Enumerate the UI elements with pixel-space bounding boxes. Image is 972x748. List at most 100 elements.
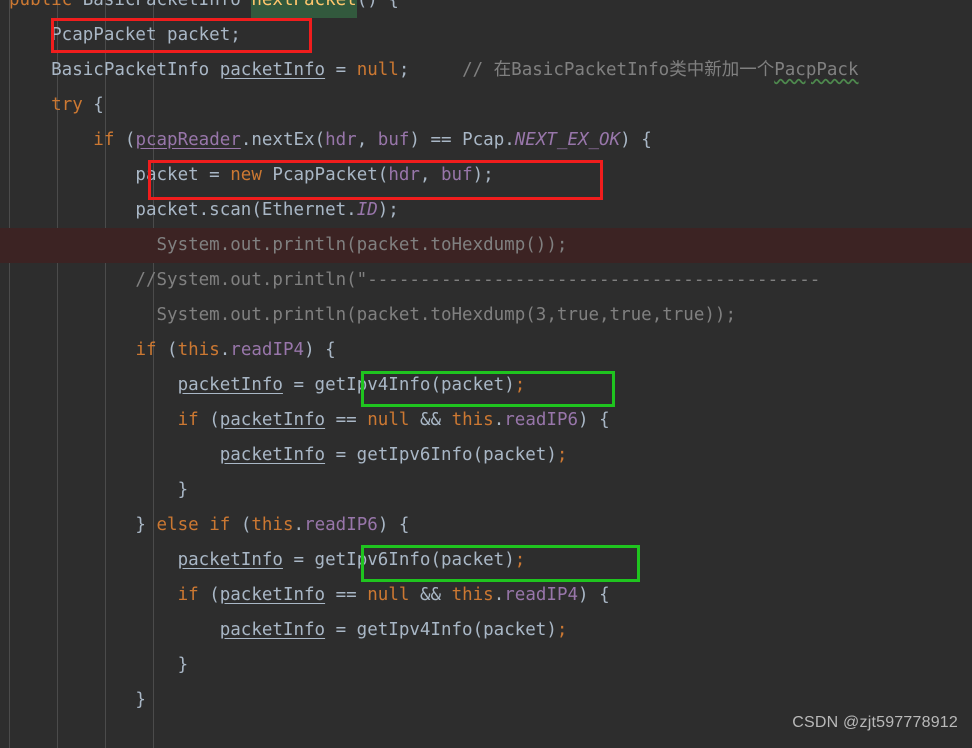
code-token: && [409, 585, 452, 605]
code-token: buf [441, 165, 473, 185]
code-editor[interactable]: public BasicPacketInfo nextPacket() { Pc… [0, 0, 972, 748]
code-token: ; [514, 550, 526, 570]
code-token: packetInfo [219, 410, 326, 430]
code-token: } [9, 690, 146, 710]
code-token: ); [472, 165, 494, 185]
code-token: buf [377, 130, 410, 150]
code-token: packetInfo [219, 585, 326, 605]
code-token: , [419, 165, 441, 185]
code-token: new [230, 165, 262, 185]
code-token: ) { [304, 340, 336, 360]
code-token: this [451, 585, 494, 605]
code-token: if [177, 585, 199, 605]
code-line[interactable]: packetInfo = getIpv4Info(packet); [0, 368, 972, 403]
code-token: ; [556, 445, 568, 465]
code-token: readIP4 [504, 585, 579, 605]
code-line[interactable]: packet.scan(Ethernet.ID); [0, 193, 972, 228]
code-line[interactable]: PcapPacket packet; [0, 18, 972, 53]
code-token: packet.scan(Ethernet. [9, 200, 357, 220]
code-token: NEXT_EX_OK [514, 130, 621, 150]
code-token: == [325, 410, 368, 430]
code-token: ( [156, 340, 178, 360]
code-token: pcapReader [135, 130, 241, 150]
code-line[interactable]: System.out.println(packet.toHexdump()); [0, 228, 972, 263]
code-line[interactable]: public BasicPacketInfo nextPacket() { [0, 0, 972, 18]
code-token: . [293, 515, 305, 535]
code-token: //System.out.println("------------------… [9, 270, 821, 290]
code-token: . [493, 410, 505, 430]
code-token: ) { [620, 130, 652, 150]
code-token: ( [230, 515, 252, 535]
code-token: nextPacket [251, 0, 357, 18]
code-token: readIP6 [304, 515, 378, 535]
code-token: null [367, 410, 410, 430]
code-token: System.out.println(packet.toHexdump()); [9, 235, 568, 255]
code-token: == [325, 585, 368, 605]
code-line[interactable]: packet = new PcapPacket(hdr, buf); [0, 158, 972, 193]
code-line[interactable]: if (pcapReader.nextEx(hdr, buf) == Pcap.… [0, 123, 972, 158]
code-token: System.out.println(packet.toHexdump(3,tr… [9, 305, 736, 325]
code-line[interactable]: //System.out.println("------------------… [0, 263, 972, 298]
code-token: null [356, 60, 399, 80]
code-token: else if [156, 515, 231, 535]
code-token: ); [377, 200, 399, 220]
code-token: && [409, 410, 452, 430]
code-token: = getIpv4Info(packet) [325, 620, 557, 640]
code-token: hdr [388, 165, 420, 185]
code-token: this [451, 410, 494, 430]
code-token: ( [114, 130, 136, 150]
code-token: public [9, 0, 83, 10]
code-token: // 在BasicPacketInfo类中新加一个 [409, 60, 775, 80]
code-token: ; [556, 620, 568, 640]
code-token: if [177, 410, 199, 430]
code-token: ( [198, 410, 220, 430]
watermark: CSDN @zjt597778912 [792, 714, 958, 731]
code-token: null [367, 585, 410, 605]
code-token: packetInfo [219, 620, 326, 640]
code-line[interactable]: if (packetInfo == null && this.readIP6) … [0, 403, 972, 438]
code-line[interactable]: BasicPacketInfo packetInfo = null; // 在B… [0, 53, 972, 88]
code-token: BasicPacketInfo [9, 60, 220, 80]
code-line[interactable]: try { [0, 88, 972, 123]
code-token: ; [514, 375, 526, 395]
code-token: PcapPacket packet; [9, 25, 241, 45]
code-line[interactable]: System.out.println(packet.toHexdump(3,tr… [0, 298, 972, 333]
code-token: if [93, 130, 115, 150]
code-token: packetInfo [177, 375, 283, 395]
code-token: this [251, 515, 294, 535]
code-token: ) { [578, 585, 610, 605]
code-token: ; [398, 60, 410, 80]
code-token: readIP4 [230, 340, 305, 360]
code-token: . [493, 585, 505, 605]
code-token: this [177, 340, 220, 360]
code-token: { [82, 95, 104, 115]
code-token: = [325, 60, 357, 80]
code-line[interactable]: packetInfo = getIpv6Info(packet); [0, 438, 972, 473]
code-line[interactable]: if (packetInfo == null && this.readIP4) … [0, 578, 972, 613]
code-line[interactable]: } [0, 648, 972, 683]
code-token: } [9, 480, 189, 500]
code-token: try [51, 95, 83, 115]
code-token: = getIpv6Info(packet) [282, 550, 515, 570]
code-token: ) { [578, 410, 610, 430]
code-token: ) == Pcap. [409, 130, 515, 150]
code-line[interactable]: } [0, 473, 972, 508]
code-token: packetInfo [219, 445, 326, 465]
code-token: BasicPacketInfo [82, 0, 252, 10]
code-line[interactable]: packetInfo = getIpv4Info(packet); [0, 613, 972, 648]
code-line[interactable]: if (this.readIP4) { [0, 333, 972, 368]
code-token: ) { [377, 515, 410, 535]
code-token: packet = [9, 165, 231, 185]
code-line[interactable]: } else if (this.readIP6) { [0, 508, 972, 543]
code-token: , [356, 130, 378, 150]
code-line[interactable]: packetInfo = getIpv6Info(packet); [0, 543, 972, 578]
